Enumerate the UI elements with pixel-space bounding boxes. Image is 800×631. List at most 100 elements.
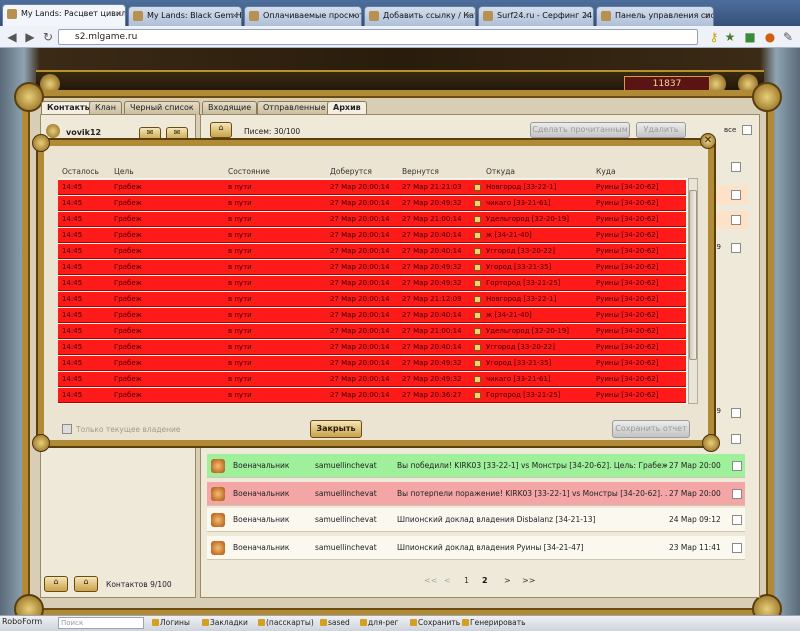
tab-clan[interactable]: Клан xyxy=(89,101,122,115)
back-button[interactable]: ◀ xyxy=(4,28,20,46)
close-tab-icon[interactable]: × xyxy=(351,7,358,25)
tab-archive[interactable]: Архив xyxy=(327,101,367,115)
cell-to: Руины [34-20-62] xyxy=(596,231,659,239)
page-link[interactable]: << xyxy=(424,576,437,585)
extension-icon[interactable]: ■ xyxy=(742,28,758,46)
movement-row[interactable]: 14:45 Грабеж в пути 27 Мар 20:00:14 27 Мар 2… xyxy=(58,388,686,403)
delete-button[interactable]: Удалить xyxy=(636,122,686,138)
close-tab-icon[interactable]: × xyxy=(465,7,472,25)
close-button[interactable]: Закрыть xyxy=(310,420,362,438)
star-icon[interactable]: ★ xyxy=(722,28,738,46)
cell-return: 27 Мар 20:49:32 xyxy=(402,359,462,367)
key-icon[interactable]: ⚷ xyxy=(706,28,722,46)
browser-tab[interactable]: Добавить ссылку / Катало× xyxy=(364,6,476,26)
roboform-search-input[interactable]: Поиск xyxy=(58,617,144,629)
message-row-fragment: 0 xyxy=(710,186,748,204)
message-subject: Вы победили! KIRK03 [33-22-1] vs Монстры… xyxy=(397,461,667,470)
page-link[interactable]: < xyxy=(444,576,451,585)
contacts-icon-button[interactable]: ⌂ xyxy=(74,576,98,592)
tab-blacklist[interactable]: Черный список xyxy=(124,101,200,115)
archive-icon-button[interactable]: ⌂ xyxy=(210,122,232,138)
close-tab-icon[interactable]: × xyxy=(115,5,122,23)
roboform-item[interactable]: Генерировать xyxy=(470,618,526,627)
message-checkbox[interactable] xyxy=(732,489,742,499)
message-row[interactable]: Военачальник samuellinchevat Вы победили! … xyxy=(207,454,745,478)
cell-remain: 14:45 xyxy=(62,343,83,351)
contact-action-button[interactable]: ✉ xyxy=(166,127,188,141)
browser-tab[interactable]: My Lands: Расцвет цивилиз × xyxy=(2,4,126,26)
movement-row[interactable]: 14:45 Грабеж в пути 27 Мар 20:00:14 27 Мар 2… xyxy=(58,308,686,323)
mark-read-button[interactable]: Сделать прочитанным xyxy=(530,122,630,138)
movement-row[interactable]: 14:45 Грабеж в пути 27 Мар 20:00:14 27 Мар 2… xyxy=(58,356,686,371)
close-tab-icon[interactable]: × xyxy=(231,7,238,25)
reload-icon[interactable]: ↻ xyxy=(40,28,56,46)
cell-return: 27 Мар 20:40:14 xyxy=(402,343,462,351)
roboform-item-icon xyxy=(258,619,265,626)
roboform-button[interactable]: RoboForm xyxy=(2,617,42,626)
roboform-item[interactable]: (пасскарты) xyxy=(266,618,314,627)
message-checkbox[interactable] xyxy=(732,461,742,471)
cell-state: в пути xyxy=(228,199,252,207)
browser-tab[interactable]: Surf24.ru - Серфинг 24 час× xyxy=(478,6,594,26)
message-checkbox[interactable] xyxy=(731,162,741,172)
scrollbar-thumb[interactable] xyxy=(689,190,697,360)
close-tab-icon[interactable]: × xyxy=(703,7,710,25)
close-icon[interactable]: ✕ xyxy=(700,133,716,149)
add-contact-button[interactable]: ⌂ xyxy=(44,576,68,592)
movement-row[interactable]: 14:45 Грабеж в пути 27 Мар 20:00:14 27 Мар 2… xyxy=(58,196,686,211)
write-message-button[interactable]: ✉ xyxy=(139,127,161,141)
contact-name[interactable]: vovik12 xyxy=(66,128,101,137)
movement-row[interactable]: 14:45 Грабеж в пути 27 Мар 20:00:14 27 Мар 2… xyxy=(58,372,686,387)
select-all-checkbox[interactable] xyxy=(742,125,752,135)
cell-state: в пути xyxy=(228,359,252,367)
roboform-item[interactable]: Закладки xyxy=(210,618,248,627)
message-checkbox[interactable] xyxy=(731,408,741,418)
movement-row[interactable]: 14:45 Грабеж в пути 27 Мар 20:00:14 27 Мар 2… xyxy=(58,340,686,355)
movement-row[interactable]: 14:45 Грабеж в пути 27 Мар 20:00:14 27 Мар 2… xyxy=(58,180,686,195)
tab-inbox[interactable]: Входящие xyxy=(202,101,258,115)
roboform-item[interactable]: Сохранить xyxy=(418,618,460,627)
message-row[interactable]: Военачальник samuellinchevat Шпионский док… xyxy=(207,536,745,560)
tab-label: Клан xyxy=(95,103,116,112)
page-link[interactable]: 2 xyxy=(482,576,488,585)
message-checkbox[interactable] xyxy=(732,515,742,525)
message-type: Военачальник xyxy=(233,461,290,470)
cell-state: в пути xyxy=(228,263,252,271)
roboform-item[interactable]: Логины xyxy=(160,618,190,627)
address-bar[interactable]: s2.mlgame.ru xyxy=(58,29,698,45)
message-checkbox[interactable] xyxy=(731,190,741,200)
roboform-item[interactable]: sased xyxy=(328,618,350,627)
movement-row[interactable]: 14:45 Грабеж в пути 27 Мар 20:00:14 27 Мар 2… xyxy=(58,244,686,259)
forward-button[interactable]: ▶ xyxy=(22,28,38,46)
save-report-button[interactable]: Сохранить отчет xyxy=(612,420,690,438)
message-checkbox[interactable] xyxy=(732,543,742,553)
roboform-item-icon xyxy=(462,619,469,626)
movement-row[interactable]: 14:45 Грабеж в пути 27 Мар 20:00:14 27 Мар 2… xyxy=(58,228,686,243)
cell-remain: 14:45 xyxy=(62,247,83,255)
message-checkbox[interactable] xyxy=(731,243,741,253)
message-row[interactable]: Военачальник samuellinchevat Шпионский док… xyxy=(207,508,745,532)
page-link[interactable]: > xyxy=(504,576,511,585)
notification-icon[interactable]: ● xyxy=(762,28,778,46)
roboform-item[interactable]: для-рег xyxy=(368,618,399,627)
movement-row[interactable]: 14:45 Грабеж в пути 27 Мар 20:00:14 27 Мар 2… xyxy=(58,276,686,291)
movement-row[interactable]: 14:45 Грабеж в пути 27 Мар 20:00:14 27 Мар 2… xyxy=(58,324,686,339)
page-link[interactable]: >> xyxy=(522,576,535,585)
only-current-checkbox[interactable] xyxy=(62,424,72,434)
message-checkbox[interactable] xyxy=(731,215,741,225)
browser-tab[interactable]: My Lands: Black Gem Huntin× xyxy=(128,6,242,26)
browser-tab[interactable]: Оплачиваемые просмотры× xyxy=(244,6,362,26)
movement-row[interactable]: 14:45 Грабеж в пути 27 Мар 20:00:14 27 Мар 2… xyxy=(58,212,686,227)
tab-sent[interactable]: Отправленные xyxy=(257,101,332,115)
movement-row[interactable]: 14:45 Грабеж в пути 27 Мар 20:00:14 27 Мар 2… xyxy=(58,260,686,275)
cell-return: 27 Мар 21:00:14 xyxy=(402,327,462,335)
movement-row[interactable]: 14:45 Грабеж в пути 27 Мар 20:00:14 27 Мар 2… xyxy=(58,292,686,307)
page-link[interactable]: 1 xyxy=(464,576,469,585)
message-row[interactable]: Военачальник samuellinchevat Вы потерпели … xyxy=(207,482,745,506)
cell-to: Руины [34-20-62] xyxy=(596,375,659,383)
col-return: Вернутся xyxy=(402,167,439,176)
wrench-icon[interactable]: ✎ xyxy=(780,28,796,46)
close-tab-icon[interactable]: × xyxy=(583,7,590,25)
browser-tab[interactable]: Панель управления систе × xyxy=(596,6,714,26)
message-checkbox[interactable] xyxy=(731,434,741,444)
